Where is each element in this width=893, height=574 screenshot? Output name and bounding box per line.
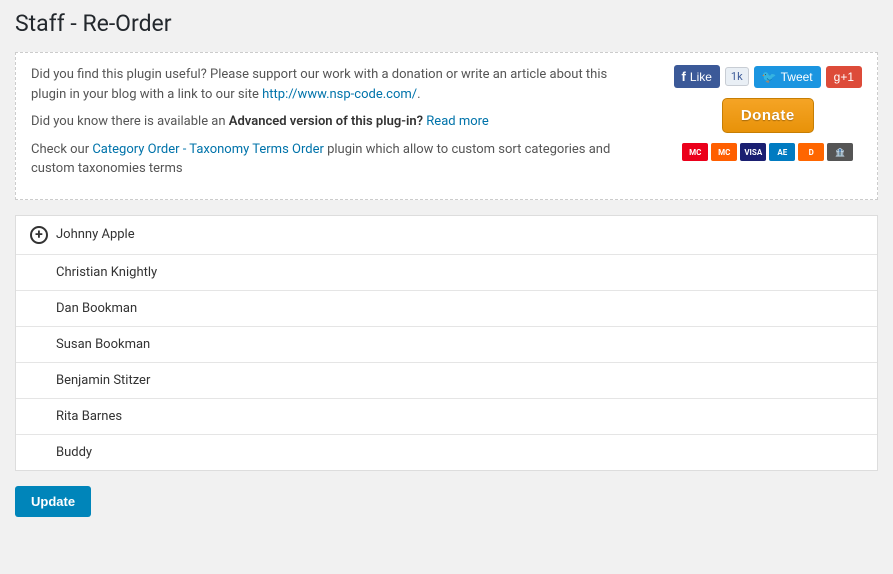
staff-list: Johnny Apple Christian Knightly Dan Bookma…: [15, 215, 878, 471]
mastercard-icon: MC: [682, 143, 708, 161]
gplus-button[interactable]: g+1: [826, 66, 862, 88]
tweet-button[interactable]: 🐦 Tweet: [754, 66, 821, 88]
info-line2: Did you know there is available an Advan…: [31, 112, 633, 132]
staff-row[interactable]: Rita Barnes: [16, 399, 877, 435]
staff-name: Dan Bookman: [56, 301, 137, 316]
drag-handle-icon: [30, 226, 48, 244]
staff-name: Rita Barnes: [56, 409, 122, 424]
visa-icon: VISA: [740, 143, 766, 161]
read-more-link[interactable]: Read more: [426, 114, 489, 129]
staff-row[interactable]: Benjamin Stitzer: [16, 363, 877, 399]
staff-name: Susan Bookman: [56, 337, 150, 352]
tweet-bird-icon: 🐦: [762, 70, 777, 84]
like-label: Like: [690, 70, 712, 84]
bank-icon: 🏦: [827, 143, 853, 161]
info-text: Did you find this plugin useful? Please …: [31, 65, 633, 187]
discover-icon: D: [798, 143, 824, 161]
social-buttons: f Like 1k 🐦 Tweet g+1: [674, 65, 862, 88]
category-order-link[interactable]: Category Order - Taxonomy Terms Order: [92, 142, 324, 157]
payment-icons: MC MC VISA AE D 🏦: [682, 143, 853, 161]
donate-button[interactable]: Donate: [722, 98, 814, 133]
facebook-icon: f: [682, 69, 686, 84]
staff-name: Johnny Apple: [56, 227, 135, 242]
info-line1: Did you find this plugin useful? Please …: [31, 65, 633, 104]
social-actions: f Like 1k 🐦 Tweet g+1 Donate MC MC VISA …: [674, 65, 862, 161]
tweet-label: Tweet: [781, 70, 813, 84]
page-title: Staff - Re-Order: [15, 10, 878, 37]
staff-row[interactable]: Christian Knightly: [16, 255, 877, 291]
info-box: Did you find this plugin useful? Please …: [15, 52, 878, 200]
update-button[interactable]: Update: [15, 486, 91, 517]
like-count: 1k: [725, 67, 749, 86]
gplus-label: g+1: [834, 70, 854, 84]
staff-name: Christian Knightly: [56, 265, 157, 280]
staff-row[interactable]: Johnny Apple: [16, 216, 877, 255]
mastercard2-icon: MC: [711, 143, 737, 161]
amex-icon: AE: [769, 143, 795, 161]
staff-row[interactable]: Dan Bookman: [16, 291, 877, 327]
staff-row[interactable]: Susan Bookman: [16, 327, 877, 363]
staff-row[interactable]: Buddy: [16, 435, 877, 470]
staff-name: Buddy: [56, 445, 92, 460]
site-link[interactable]: http://www.nsp-code.com/: [262, 87, 417, 102]
staff-name: Benjamin Stitzer: [56, 373, 150, 388]
facebook-like-button[interactable]: f Like: [674, 65, 720, 88]
info-line3: Check our Category Order - Taxonomy Term…: [31, 140, 633, 179]
